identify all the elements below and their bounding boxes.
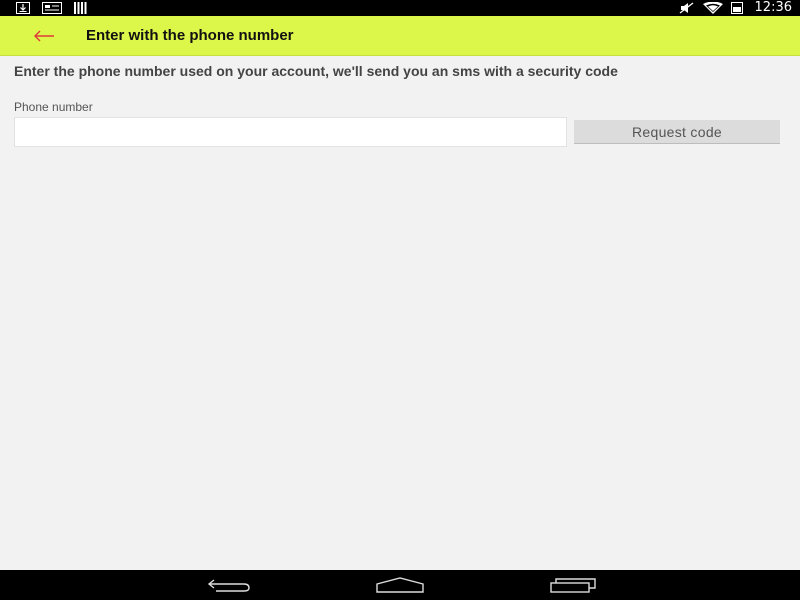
nav-home-button[interactable] (375, 574, 425, 596)
instructions-text: Enter the phone number used on your acco… (14, 63, 618, 79)
nav-back-button[interactable] (204, 574, 254, 596)
status-bar: 12:36 (0, 0, 800, 16)
battery-icon (730, 2, 743, 14)
home-icon (376, 577, 424, 593)
nav-recents-button[interactable] (548, 574, 598, 596)
wifi-icon (702, 2, 723, 14)
message-icon (42, 2, 62, 14)
status-right-icons: 12:36 (679, 0, 792, 16)
mute-icon (679, 2, 693, 14)
back-icon (207, 579, 250, 592)
phone-number-label: Phone number (14, 100, 93, 114)
screen: 12:36 Enter with the phone number Enter … (0, 0, 800, 600)
phone-number-input[interactable] (14, 117, 567, 147)
request-code-button[interactable]: Request code (574, 120, 780, 144)
arrow-left-icon (34, 30, 54, 42)
form-container: Enter the phone number used on your acco… (14, 63, 786, 147)
back-button[interactable] (30, 24, 58, 48)
status-time: 12:36 (754, 0, 792, 15)
navigation-bar (0, 570, 800, 600)
barcode-icon (74, 2, 87, 14)
page-title: Enter with the phone number (86, 27, 294, 44)
recents-icon (550, 578, 596, 593)
app-bar: Enter with the phone number (0, 16, 800, 56)
download-icon (16, 2, 30, 14)
status-left-icons (16, 2, 88, 14)
